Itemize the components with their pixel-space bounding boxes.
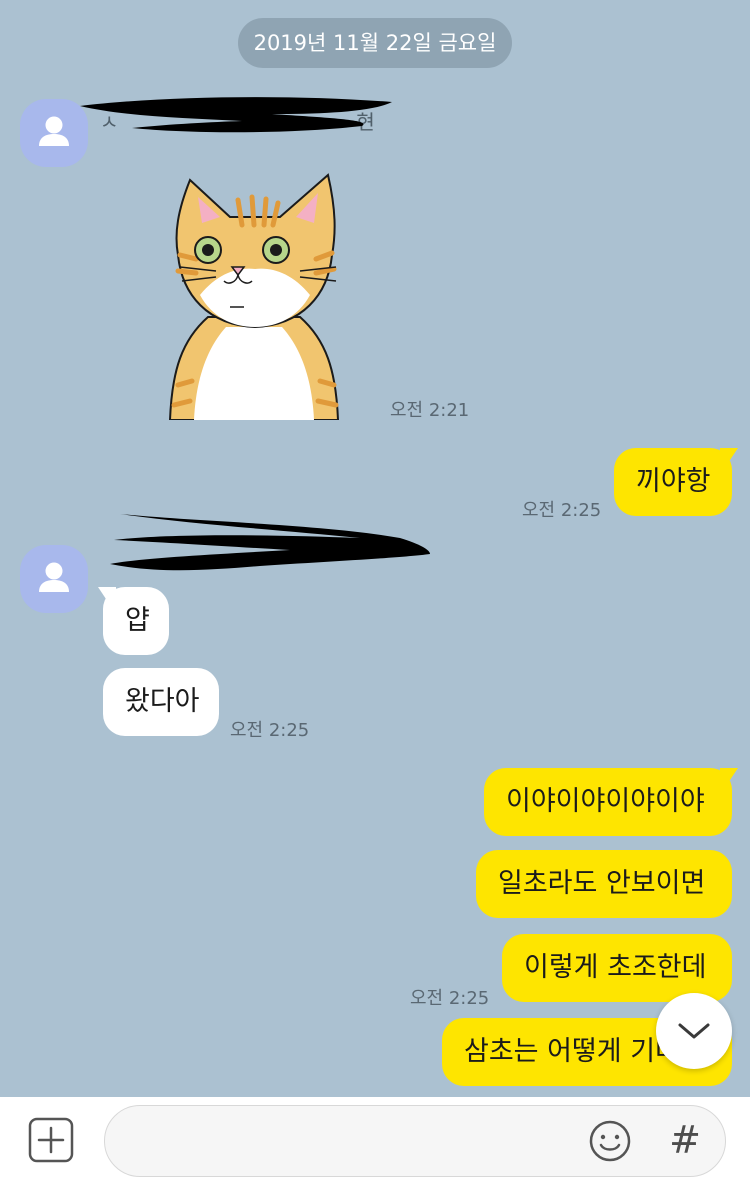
redaction-scribble bbox=[110, 514, 430, 571]
smiley-icon bbox=[589, 1120, 631, 1162]
scroll-to-bottom-button[interactable] bbox=[656, 993, 732, 1069]
plus-square-icon bbox=[28, 1117, 74, 1163]
attach-button[interactable] bbox=[28, 1117, 74, 1163]
date-divider: 2019년 11월 22일 금요일 bbox=[238, 18, 512, 68]
message-time: 오전 2:25 bbox=[230, 720, 310, 741]
emoji-button[interactable] bbox=[588, 1119, 632, 1163]
message-time: 오전 2:25 bbox=[522, 500, 602, 521]
outgoing-message[interactable]: 이렇게 초조한데 bbox=[502, 934, 732, 1002]
message-time: 오전 2:21 bbox=[390, 400, 470, 421]
orange-tabby-cat-sticker[interactable] bbox=[160, 155, 350, 420]
incoming-message[interactable]: 왔다아 bbox=[103, 668, 219, 736]
person-icon bbox=[39, 562, 69, 592]
chevron-down-icon bbox=[678, 1023, 710, 1039]
avatar[interactable] bbox=[20, 545, 88, 613]
chat-area[interactable]: 2019년 11월 22일 금요일 ㅅ현 오전 2:21 오전 2:25 끼야항… bbox=[0, 0, 750, 1097]
outgoing-message[interactable]: 이야이야이야이야 bbox=[484, 768, 732, 836]
message-time: 오전 2:25 bbox=[410, 988, 490, 1009]
redaction-scribble bbox=[80, 97, 392, 133]
message-composer: # bbox=[0, 1097, 750, 1185]
hashtag-button[interactable]: # bbox=[662, 1115, 708, 1165]
outgoing-message[interactable]: 끼야항 bbox=[614, 448, 732, 516]
outgoing-message[interactable]: 일초라도 안보이면 bbox=[476, 850, 732, 918]
message-input[interactable] bbox=[104, 1105, 726, 1177]
bubble-tail bbox=[98, 587, 116, 607]
bubble-tail bbox=[720, 768, 738, 788]
bubble-tail bbox=[720, 448, 738, 468]
